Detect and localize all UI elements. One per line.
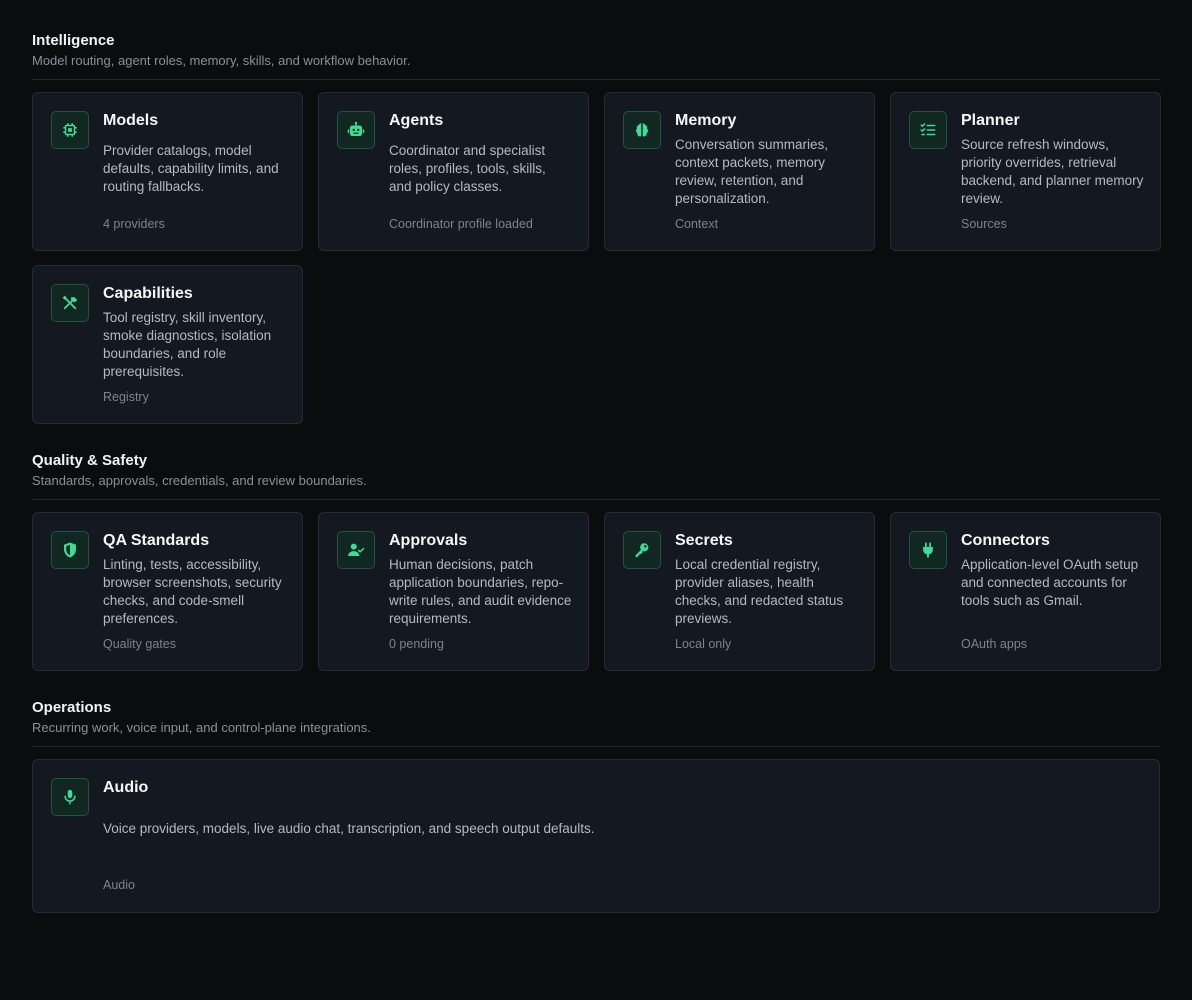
card-footer: Audio <box>103 878 135 892</box>
chip-icon <box>51 111 89 149</box>
card-secrets[interactable]: Secrets Local credential registry, provi… <box>604 512 875 671</box>
card-footer: Local only <box>675 637 732 651</box>
card-planner[interactable]: Planner Source refresh windows, priority… <box>890 92 1161 251</box>
card-footer: OAuth apps <box>961 637 1028 651</box>
card-approvals[interactable]: Approvals Human decisions, patch applica… <box>318 512 589 671</box>
card-description: Conversation summaries, context packets,… <box>675 137 829 206</box>
card-title: QA Standards <box>103 532 210 549</box>
card-footer: Quality gates <box>103 637 176 651</box>
card-description: Source refresh windows, priority overrid… <box>961 137 1144 206</box>
card-title: Memory <box>675 112 737 129</box>
plug-icon <box>909 531 947 569</box>
card-description: Provider catalogs, model defaults, capab… <box>103 143 279 194</box>
card-title: Connectors <box>961 532 1050 549</box>
card-description: Application-level OAuth setup and connec… <box>961 557 1139 608</box>
robot-icon <box>337 111 375 149</box>
card-description: Coordinator and specialist roles, profil… <box>389 143 546 194</box>
card-title: Secrets <box>675 532 733 549</box>
shield-icon <box>51 531 89 569</box>
card-agents[interactable]: Agents Coordinator and specialist roles,… <box>318 92 589 251</box>
card-description: Linting, tests, accessibility, browser s… <box>103 557 282 626</box>
section-title: Quality & Safety <box>32 452 148 469</box>
section-subtitle: Standards, approvals, credentials, and r… <box>32 473 367 488</box>
card-footer: Registry <box>103 390 149 404</box>
card-title: Planner <box>961 112 1020 129</box>
card-footer: 4 providers <box>103 217 165 231</box>
checklist-icon <box>909 111 947 149</box>
section-divider <box>32 79 1160 80</box>
card-title: Audio <box>103 779 149 796</box>
card-capabilities[interactable]: Capabilities Tool registry, skill invent… <box>32 265 303 424</box>
card-footer: Sources <box>961 217 1007 231</box>
section-title: Intelligence <box>32 32 115 49</box>
card-description: Local credential registry, provider alia… <box>675 557 844 626</box>
card-footer: Coordinator profile loaded <box>389 217 533 231</box>
user-check-icon <box>337 531 375 569</box>
section-title: Operations <box>32 699 112 716</box>
card-title: Agents <box>389 112 444 129</box>
card-audio[interactable]: Audio Voice providers, models, live audi… <box>32 759 1160 913</box>
card-footer: 0 pending <box>389 637 444 651</box>
key-icon <box>623 531 661 569</box>
card-qa-standards[interactable]: QA Standards Linting, tests, accessibili… <box>32 512 303 671</box>
card-memory[interactable]: Memory Conversation summaries, context p… <box>604 92 875 251</box>
brain-icon <box>623 111 661 149</box>
tools-icon <box>51 284 89 322</box>
card-connectors[interactable]: Connectors Application-level OAuth setup… <box>890 512 1161 671</box>
section-intelligence: Intelligence Model routing, agent roles,… <box>32 32 1161 424</box>
section-divider <box>32 746 1160 747</box>
section-subtitle: Recurring work, voice input, and control… <box>32 720 371 735</box>
section-quality-safety: Quality & Safety Standards, approvals, c… <box>32 452 1161 671</box>
card-description: Tool registry, skill inventory, smoke di… <box>103 310 272 379</box>
card-title: Approvals <box>389 532 468 549</box>
card-footer: Context <box>675 217 719 231</box>
section-operations: Operations Recurring work, voice input, … <box>32 699 1160 913</box>
card-models[interactable]: Models Provider catalogs, model defaults… <box>32 92 303 251</box>
card-description: Voice providers, models, live audio chat… <box>103 821 595 836</box>
card-description: Human decisions, patch application bound… <box>389 557 572 626</box>
card-title: Models <box>103 112 159 129</box>
microphone-icon <box>51 778 89 816</box>
section-divider <box>32 499 1160 500</box>
settings-page: Intelligence Model routing, agent roles,… <box>32 32 1161 941</box>
card-title: Capabilities <box>103 285 193 302</box>
section-subtitle: Model routing, agent roles, memory, skil… <box>32 53 411 68</box>
